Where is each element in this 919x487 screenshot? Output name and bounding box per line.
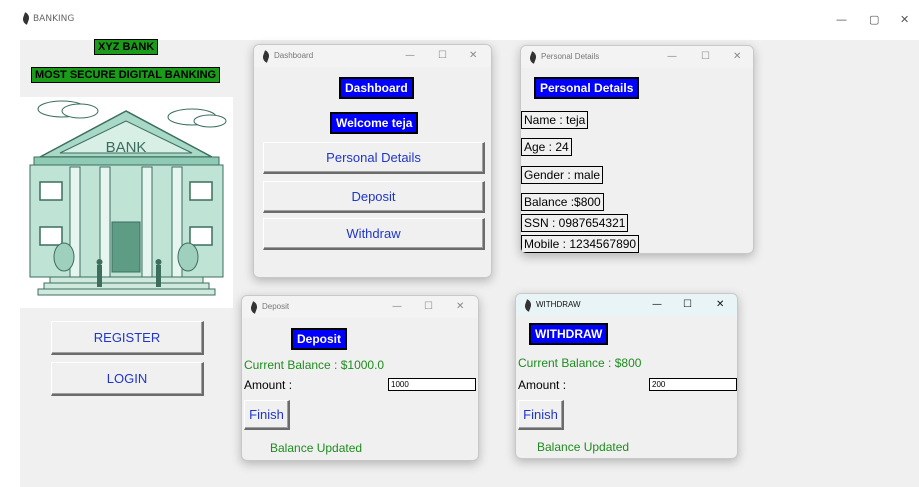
balance-value: Balance :$800	[521, 193, 604, 211]
age-value: Age : 24	[521, 138, 572, 156]
personal-details-button[interactable]: Personal Details	[263, 142, 485, 174]
ssn-value: SSN : 0987654321	[521, 214, 629, 232]
feather-icon	[21, 12, 31, 25]
withdraw-amount-input[interactable]: 200	[649, 378, 737, 391]
gender-value: Gender : male	[521, 166, 604, 184]
maximize-icon[interactable]: ☐	[438, 50, 447, 61]
withdraw-amount-label: Amount :	[518, 378, 567, 392]
personal-details-window: Personal Details — ☐ ✕ Personal Details …	[520, 45, 754, 254]
mobile-value: Mobile : 1234567890	[521, 235, 640, 253]
tagline-label: MOST SECURE DIGITAL BANKING	[31, 67, 221, 83]
deposit-button[interactable]: Deposit	[263, 181, 485, 213]
register-button[interactable]: REGISTER	[51, 321, 204, 355]
minimize-icon[interactable]: —	[392, 301, 402, 312]
personal-details-window-title: Personal Details	[541, 52, 600, 61]
name-value: Name : teja	[521, 111, 589, 129]
maximize-icon[interactable]: ☐	[424, 301, 433, 312]
withdraw-window: WITHDRAW — ☐ ✕ WITHDRAW Current Balance …	[515, 293, 738, 459]
dashboard-heading: Dashboard	[339, 77, 414, 99]
deposit-finish-button[interactable]: Finish	[244, 400, 290, 430]
bank-building-icon: BANK	[29, 100, 227, 296]
main-window-title: BANKING	[33, 14, 75, 24]
restore-icon[interactable]: ▢	[869, 14, 879, 25]
maximize-icon[interactable]: ☐	[683, 299, 692, 310]
deposit-amount-label: Amount :	[244, 378, 293, 392]
close-icon[interactable]: ✕	[900, 14, 909, 25]
maximize-icon[interactable]: ☐	[701, 51, 710, 62]
deposit-current-balance: Current Balance : $1000.0	[244, 358, 385, 372]
minimize-icon[interactable]: —	[652, 299, 662, 310]
minimize-icon[interactable]: —	[667, 51, 677, 62]
minimize-icon[interactable]: —	[836, 14, 847, 25]
withdraw-heading: WITHDRAW	[529, 323, 609, 345]
close-icon[interactable]: ✕	[733, 51, 741, 62]
dashboard-window: Dashboard — ☐ ✕ Dashboard Welcome teja P…	[253, 44, 492, 278]
main-title-bar: BANKING — ▢ ✕	[0, 0, 919, 40]
withdraw-window-title: WITHDRAW	[536, 300, 581, 309]
deposit-window: Deposit — ☐ ✕ Deposit Current Balance : …	[241, 295, 479, 461]
close-icon[interactable]: ✕	[456, 301, 464, 312]
bank-sign-text: BANK	[106, 139, 147, 156]
bank-name-label: XYZ BANK	[94, 39, 159, 55]
login-button[interactable]: LOGIN	[51, 362, 204, 396]
minimize-icon[interactable]: —	[405, 50, 415, 61]
bank-building-image: BANK	[20, 97, 233, 308]
withdraw-button[interactable]: Withdraw	[263, 218, 485, 250]
deposit-status: Balance Updated	[270, 441, 363, 455]
welcome-label: Welcome teja	[330, 112, 419, 134]
deposit-amount-input[interactable]: 1000	[388, 378, 476, 391]
withdraw-finish-button[interactable]: Finish	[518, 400, 564, 430]
close-icon[interactable]: ✕	[716, 299, 724, 310]
deposit-heading: Deposit	[291, 328, 348, 350]
withdraw-current-balance: Current Balance : $800	[518, 356, 642, 370]
close-icon[interactable]: ✕	[469, 50, 477, 61]
withdraw-status: Balance Updated	[537, 440, 630, 454]
dashboard-window-title: Dashboard	[274, 51, 314, 60]
deposit-window-title: Deposit	[262, 302, 290, 311]
personal-details-heading: Personal Details	[534, 77, 640, 99]
